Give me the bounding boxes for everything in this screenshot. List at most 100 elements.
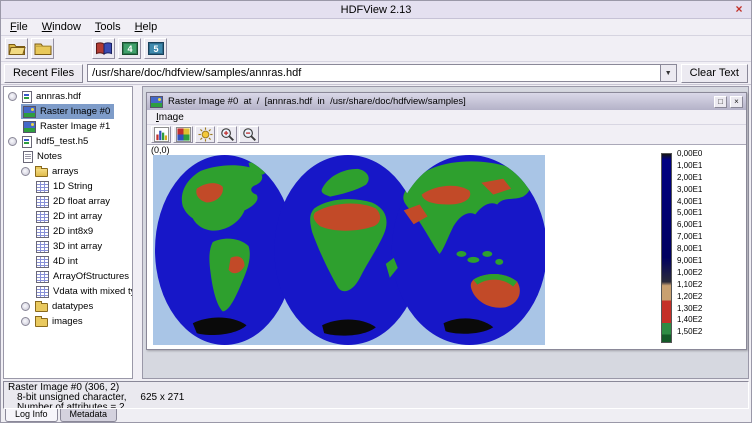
image-menu[interactable]: Image	[151, 112, 189, 123]
recent-files-button[interactable]: Recent Files	[4, 64, 83, 83]
window-close-button[interactable]: ×	[732, 3, 746, 17]
tree-item-content: annras.hdf	[20, 89, 85, 104]
zoom-in-icon	[220, 127, 235, 142]
tree-item-content: 3D int array	[34, 239, 106, 254]
tree-item-label: 4D int	[51, 256, 80, 267]
tree-item-content: Raster Image #0	[21, 104, 114, 119]
tree-expand-handle-icon[interactable]	[21, 302, 30, 311]
bottom-tabs: Log InfoMetadata	[1, 409, 751, 422]
tree-item-icon	[36, 226, 49, 238]
raster-image-icon	[150, 96, 163, 108]
histogram-button[interactable]	[151, 126, 171, 143]
window-titlebar[interactable]: HDFView 2.13 ×	[1, 1, 751, 19]
tree-item-label: ArrayOfStructures	[51, 271, 131, 282]
frame-title: Raster Image #0 at / [annras.hdf in /usr…	[168, 96, 711, 107]
tree-item-icon	[36, 196, 49, 208]
zoom-in-button[interactable]	[217, 126, 237, 143]
palette-icon	[176, 127, 191, 142]
tree-expand-handle-icon[interactable]	[8, 92, 17, 101]
raster-image[interactable]	[153, 155, 545, 345]
tree-expand-handle-icon[interactable]	[8, 137, 17, 146]
pixel-coordinates: (0,0)	[151, 145, 170, 155]
palette-button[interactable]	[173, 126, 193, 143]
tree-expand-handle-icon[interactable]	[21, 167, 30, 176]
tree-item-icon	[23, 106, 36, 118]
tree-item-content: 4D int	[34, 254, 82, 269]
tree-item-icon	[36, 241, 49, 253]
close-file-button[interactable]	[31, 38, 54, 59]
colorbar-tick-label: 1,00E2	[677, 267, 739, 279]
tree-item[interactable]: annras.hdf	[4, 89, 132, 104]
combobox-dropdown-button[interactable]: ▼	[660, 65, 676, 81]
tree-item-content: images	[33, 314, 87, 329]
file-path-combobox[interactable]: /usr/share/doc/hdfview/samples/annras.hd…	[87, 64, 677, 82]
frame-maximize-button[interactable]: □	[714, 96, 727, 108]
tree-item[interactable]: 1D String	[4, 179, 132, 194]
tree-item[interactable]: hdf5_test.h5	[4, 134, 132, 149]
tree-item-content: 2D float array	[34, 194, 114, 209]
hdf4-library-button[interactable]: 4	[118, 38, 141, 59]
frame-menu-bar: Image	[147, 110, 746, 125]
tree-item-icon	[22, 91, 32, 103]
bottom-tab[interactable]: Metadata	[60, 409, 118, 422]
window-title: HDFView 2.13	[341, 4, 412, 16]
tree-item[interactable]: Raster Image #0	[4, 104, 132, 119]
menu-item[interactable]: Tools	[89, 20, 127, 34]
brightness-button[interactable]	[195, 126, 215, 143]
status-log[interactable]: Raster Image #0 (306, 2) 8-bit unsigned …	[3, 381, 749, 409]
tree-item[interactable]: 4D int	[4, 254, 132, 269]
brightness-sun-icon	[198, 127, 213, 142]
tree-item[interactable]: arrays	[4, 164, 132, 179]
menu-item[interactable]: File	[4, 20, 34, 34]
tree-item[interactable]: images	[4, 314, 132, 329]
image-viewport[interactable]: (0,0)	[147, 144, 746, 349]
colorbar-tick-label: 4,00E1	[677, 196, 739, 208]
tree-item[interactable]: datatypes	[4, 299, 132, 314]
tree-item[interactable]: ArrayOfStructures	[4, 269, 132, 284]
tree-item[interactable]: Notes	[4, 149, 132, 164]
colorbar-tick-label: 1,40E2	[677, 314, 739, 326]
clear-text-button[interactable]: Clear Text	[681, 64, 748, 83]
open-file-button[interactable]	[5, 38, 28, 59]
help-button[interactable]	[92, 38, 115, 59]
menu-item[interactable]: Help	[129, 20, 164, 34]
tree-item[interactable]: Vdata with mixed type	[4, 284, 132, 299]
tree-item-icon	[35, 303, 48, 312]
menu-bar: FileWindowToolsHelp	[1, 19, 751, 36]
colorbar-tick-label: 1,10E2	[677, 279, 739, 291]
colorbar-tick-label: 1,30E2	[677, 303, 739, 315]
tree-item-label: annras.hdf	[34, 91, 83, 102]
frame-titlebar[interactable]: Raster Image #0 at / [annras.hdf in /usr…	[147, 93, 746, 110]
colorbar-tick-label: 6,00E1	[677, 219, 739, 231]
raster-image-frame[interactable]: Raster Image #0 at / [annras.hdf in /usr…	[146, 92, 747, 350]
main-toolbar: 4 5	[1, 36, 751, 62]
zoom-out-button[interactable]	[239, 126, 259, 143]
tree-item-label: 3D int array	[51, 241, 104, 252]
tree-item-icon	[36, 256, 49, 268]
hdf5-library-button[interactable]: 5	[144, 38, 167, 59]
tree-item[interactable]: 3D int array	[4, 239, 132, 254]
bottom-tab[interactable]: Log Info	[5, 409, 58, 422]
tree-item-label: Vdata with mixed type	[51, 286, 133, 297]
file-tree[interactable]: annras.hdf Raster Image #0 Raster Image …	[3, 86, 133, 379]
zoom-out-icon	[242, 127, 257, 142]
tree-item-content: Vdata with mixed type	[34, 284, 133, 299]
menu-item[interactable]: Window	[36, 20, 87, 34]
tree-expand-handle-icon[interactable]	[21, 317, 30, 326]
colorbar-tick-label: 8,00E1	[677, 243, 739, 255]
tree-item[interactable]: 2D int array	[4, 209, 132, 224]
world-map-svg	[153, 155, 545, 345]
histogram-icon	[154, 127, 169, 142]
tree-item[interactable]: Raster Image #1	[4, 119, 132, 134]
tree-item[interactable]: 2D float array	[4, 194, 132, 209]
frame-close-button[interactable]: ×	[730, 96, 743, 108]
open-folder-icon	[8, 41, 26, 56]
tree-item-icon	[22, 136, 32, 148]
split-divider[interactable]	[133, 85, 142, 380]
tree-item[interactable]: 2D int8x9	[4, 224, 132, 239]
colorbar-tick-label: 3,00E1	[677, 184, 739, 196]
colorbar-tick-label: 1,50E2	[677, 326, 739, 338]
colorbar-tick-label: 7,00E1	[677, 231, 739, 243]
tree-item-icon	[35, 318, 48, 327]
tree-item-label: Notes	[35, 151, 64, 162]
